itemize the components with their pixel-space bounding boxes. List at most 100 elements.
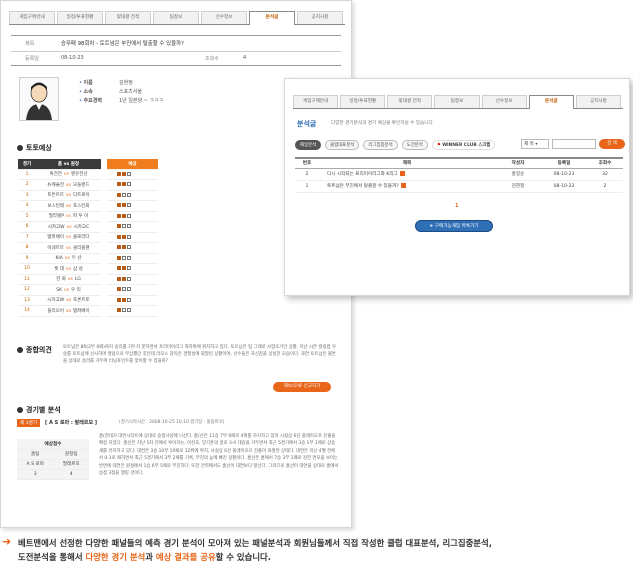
forecast-checkbox[interactable]: [122, 182, 126, 187]
forecast-checkbox[interactable]: [117, 287, 121, 292]
search-input[interactable]: [552, 139, 596, 149]
forecast-checkbox[interactable]: [122, 203, 126, 208]
forecast-checkbox[interactable]: [117, 171, 121, 176]
table-row[interactable]: 1 토트넘은 부진에서 탈출할 수 있을까? 김현정 08-10-23 2: [295, 180, 623, 193]
col-date: 등록일: [541, 157, 587, 169]
row-date: 08-10-23: [541, 180, 587, 193]
game-number: 8: [18, 242, 36, 254]
tab-schedule[interactable]: 일정/투표현황: [340, 95, 386, 108]
forecast-checkbox[interactable]: [117, 276, 121, 281]
forecast-checkbox[interactable]: [122, 213, 126, 218]
search-select[interactable]: 제 목 ▾: [521, 139, 549, 149]
profile-name-label: 이름: [83, 80, 93, 86]
forecast-checkbox[interactable]: [127, 171, 131, 176]
row-title-link[interactable]: 다시 시작되는 프리미어리그와 K리그: [327, 172, 398, 177]
tab-purchase-guide[interactable]: 게임구매안내: [9, 11, 55, 24]
forecast-checkbox[interactable]: [122, 266, 126, 271]
tab-player-info[interactable]: 선수정보: [481, 95, 527, 108]
match-time: (경기시작시간 : 2008-10-25 10:10 경기장 : 올림피코): [119, 420, 225, 425]
forecast-row: 1 위건전 vs 맨유전선: [18, 169, 158, 180]
forecast-checkbox[interactable]: [122, 255, 126, 260]
forecast-checkbox[interactable]: [127, 245, 131, 250]
score-away-value: 4: [53, 469, 89, 480]
forecast-checkbox[interactable]: [127, 224, 131, 229]
forecast-checkbox[interactable]: [117, 192, 121, 197]
list-heading: 분석글: [297, 119, 316, 129]
tab-notice[interactable]: 공지사항: [575, 95, 621, 108]
tab-purchase-guide[interactable]: 게임구매안내: [293, 95, 339, 108]
forecast-checkbox[interactable]: [122, 234, 126, 239]
forecast-checkbox[interactable]: [117, 297, 121, 302]
forecast-checkbox[interactable]: [127, 308, 131, 313]
home-team: 플리모어: [47, 308, 64, 314]
game-number: 3: [18, 190, 36, 201]
tab-analysis[interactable]: 분석글: [528, 95, 574, 109]
buy-games-button[interactable]: ➤ 구매가능게임 목록가기: [415, 220, 493, 232]
forecast-checkbox[interactable]: [117, 213, 121, 218]
forecast-checkbox[interactable]: [127, 276, 131, 281]
col-author: 작성자: [495, 157, 541, 169]
forecast-cell: [101, 179, 158, 191]
forecast-checkbox[interactable]: [127, 213, 131, 218]
forecast-checkbox[interactable]: [117, 224, 121, 229]
game-number: 13: [18, 295, 36, 306]
subtab-league-analysis[interactable]: 리그집중분석: [363, 140, 398, 150]
forecast-checkbox[interactable]: [127, 192, 131, 197]
tab-analysis[interactable]: 분석글: [249, 11, 295, 25]
forecast-checkbox[interactable]: [117, 234, 121, 239]
pagination-current[interactable]: 1: [455, 203, 458, 209]
matchup: 필라델P vs 파 투 이: [36, 211, 104, 222]
arrow-right-icon: ➤: [429, 224, 434, 229]
tab-team-info[interactable]: 팀정보: [434, 95, 480, 108]
forecast-checkbox[interactable]: [117, 203, 121, 208]
forecast-checkbox[interactable]: [122, 245, 126, 250]
tab-head-to-head[interactable]: 맞대결 전적: [387, 95, 433, 108]
forecast-checkbox[interactable]: [122, 276, 126, 281]
forecast-checkbox[interactable]: [117, 182, 121, 187]
matchup: 위건전 vs 맨유전선: [36, 169, 104, 180]
score-box: 예상점수 홈팀 원정팀 A S 로마 팔레르모 34: [17, 439, 89, 480]
table-row[interactable]: 2 다시 시작되는 프리미어리그와 K리그 홍길순 08-10-23 32: [295, 168, 623, 181]
toto-forecast-heading: 토토예상: [17, 143, 52, 153]
winner-club-scrap-button[interactable]: ⚑ WINNER CLUB 스크랩: [431, 140, 496, 150]
tab-notice[interactable]: 공지사항: [297, 11, 343, 24]
forecast-checkbox[interactable]: [117, 255, 121, 260]
tab-team-info[interactable]: 팀정보: [153, 11, 199, 24]
subtab-club-analysis[interactable]: 클럽대표분석: [325, 140, 360, 150]
forecast-checkbox[interactable]: [127, 255, 131, 260]
forecast-checkbox[interactable]: [122, 171, 126, 176]
forecast-row: 9 KIA vs 두 산: [18, 253, 158, 264]
away-team: 모들랜드: [73, 182, 90, 188]
forecast-checkbox[interactable]: [127, 287, 131, 292]
row-title-link[interactable]: 토트넘은 부진에서 탈출할 수 있을까?: [327, 184, 399, 189]
forecast-checkbox[interactable]: [117, 266, 121, 271]
forecast-checkbox[interactable]: [127, 182, 131, 187]
forecast-checkbox[interactable]: [127, 203, 131, 208]
report-button[interactable]: 재보/오류 신고하기: [273, 382, 331, 392]
matchup: 탬파베이 vs 콜로라다: [36, 232, 104, 243]
search-button[interactable]: 검 색: [599, 139, 625, 149]
game-number: 1: [18, 169, 36, 180]
forecast-checkbox[interactable]: [127, 266, 131, 271]
subtab-panel-analysis[interactable]: 패널분석: [295, 140, 322, 150]
forecast-checkbox[interactable]: [122, 297, 126, 302]
forecast-checkbox[interactable]: [117, 308, 121, 313]
tab-schedule[interactable]: 일정/투표현황: [57, 11, 103, 24]
forecast-checkbox[interactable]: [122, 192, 126, 197]
home-team: 위건전: [49, 172, 62, 178]
vs-label: vs: [65, 193, 71, 199]
col-game: 경기: [18, 159, 36, 170]
tab-head-to-head[interactable]: 맞대결 전적: [105, 11, 151, 24]
subtab-challenge-analysis[interactable]: 도전분석: [401, 140, 428, 150]
forecast-checkbox[interactable]: [127, 297, 131, 302]
forecast-checkbox[interactable]: [122, 308, 126, 313]
tab-player-info[interactable]: 선수정보: [201, 11, 247, 24]
forecast-checkbox[interactable]: [127, 234, 131, 239]
game-number: 12: [18, 284, 36, 296]
forecast-row: 7 탬파베이 vs 콜로라다: [18, 232, 158, 243]
away-team: 디트로이: [73, 193, 90, 199]
forecast-checkbox[interactable]: [122, 287, 126, 292]
forecast-checkbox[interactable]: [122, 224, 126, 229]
forecast-checkbox[interactable]: [117, 245, 121, 250]
game-number: 4: [18, 200, 36, 212]
